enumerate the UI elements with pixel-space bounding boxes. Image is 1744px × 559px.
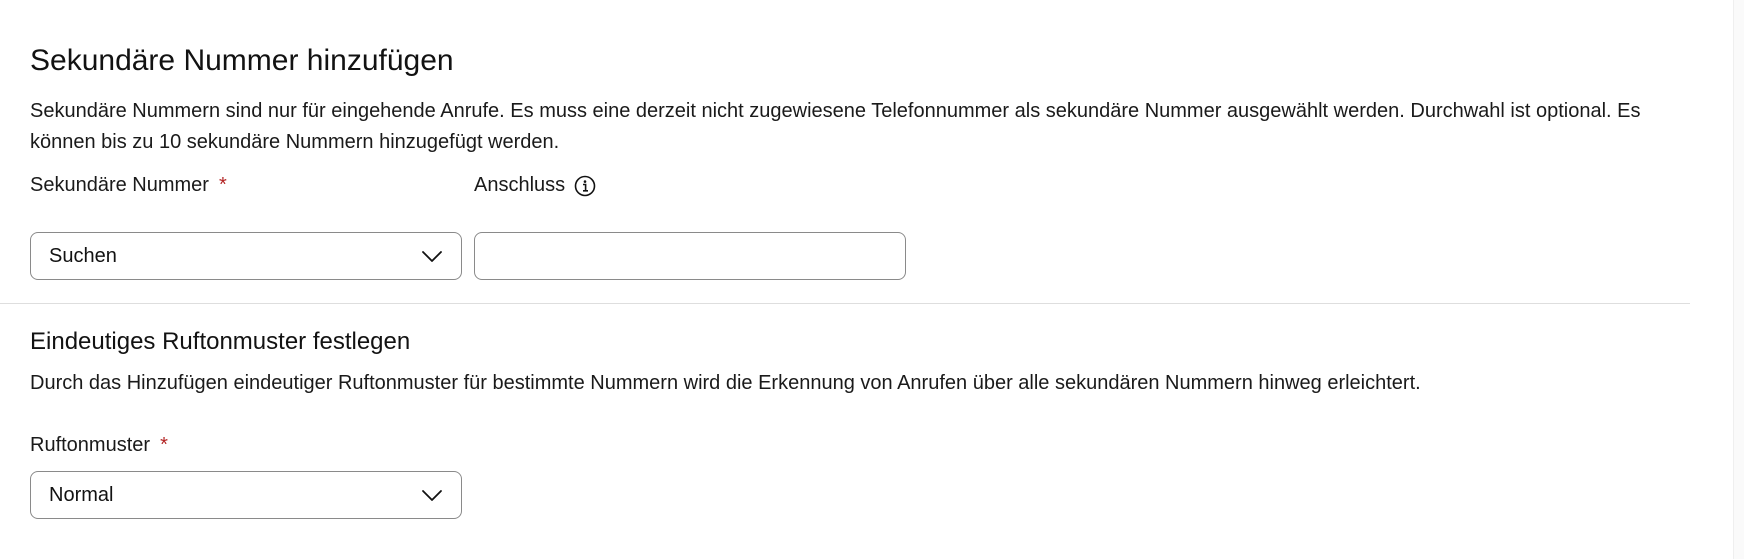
chevron-down-icon [421,245,443,267]
secondary-number-select[interactable]: Suchen [30,232,462,280]
section-description: Sekundäre Nummern sind nur für eingehend… [30,100,1641,153]
secondary-number-label: Sekundäre Nummer * [30,174,227,197]
scrollbar-track[interactable] [1733,0,1744,559]
secondary-number-select-value: Suchen [49,244,117,267]
chevron-down-icon [421,484,443,506]
extension-label: Anschluss [474,174,596,197]
section-divider [0,303,1690,304]
extension-label-text: Anschluss [474,174,566,196]
extension-input-wrapper [474,232,906,280]
ringtone-section-title: Eindeutiges Ruftonmuster festlegen [30,328,411,355]
secondary-number-label-text: Sekundäre Nummer [30,174,209,196]
ringtone-select-value: Normal [49,483,114,506]
ringtone-label: Ruftonmuster * [30,434,168,457]
page: Sekundäre Nummer hinzufügen Sekundäre Nu… [0,0,1744,559]
ringtone-label-text: Ruftonmuster [30,434,151,456]
ringtone-section-description: Durch das Hinzufügen eindeutiger Ruftonm… [30,372,1421,394]
ringtone-select[interactable]: Normal [30,471,462,519]
required-marker: * [218,174,227,196]
required-marker: * [160,434,168,456]
section-title: Sekundäre Nummer hinzufügen [30,44,454,77]
info-icon[interactable] [574,175,596,197]
extension-input[interactable] [489,243,891,269]
